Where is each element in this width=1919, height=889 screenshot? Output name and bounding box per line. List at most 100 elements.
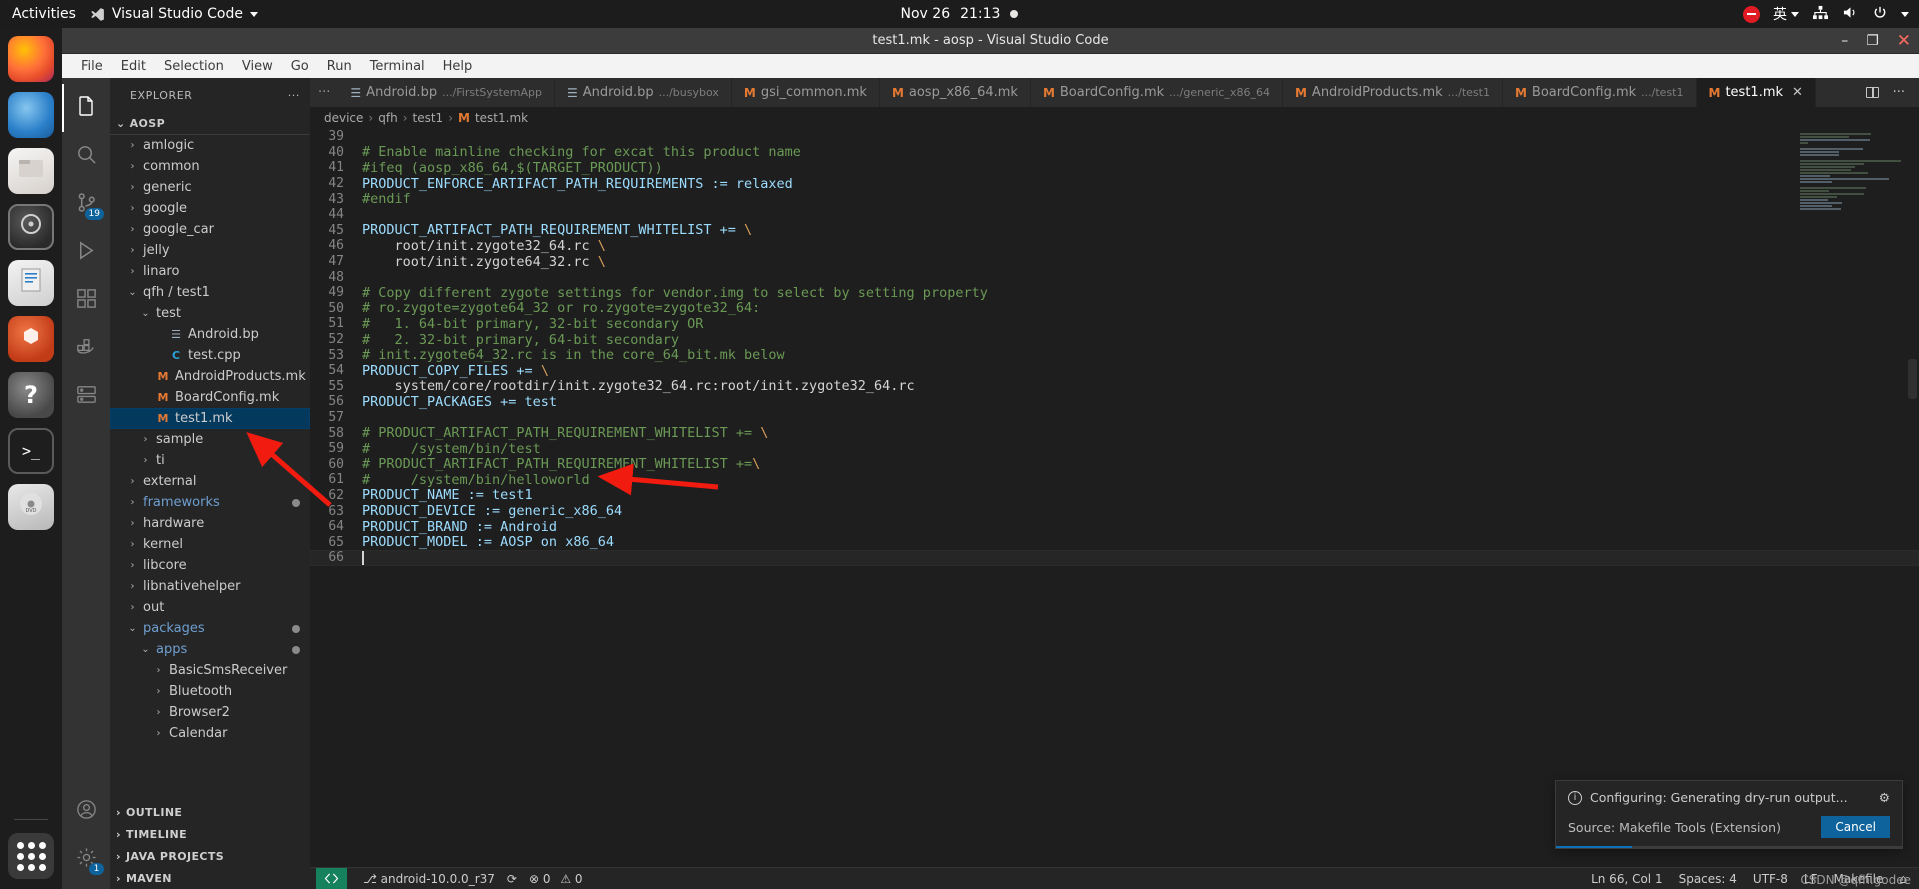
input-method-indicator[interactable]: 英 [1773, 4, 1799, 24]
tree-item-sample[interactable]: › sample [110, 429, 310, 450]
code-line[interactable]: 59 # /system/bin/test [310, 441, 1919, 457]
status-sync[interactable]: ⟳ [507, 872, 517, 886]
activity-remote[interactable] [62, 372, 110, 420]
remote-window-indicator[interactable] [316, 867, 347, 889]
tree-item-linaro[interactable]: › linaro [110, 261, 310, 282]
minimap[interactable] [1800, 129, 1905, 867]
code-line[interactable]: 60 # PRODUCT_ARTIFACT_PATH_REQUIREMENT_WH… [310, 456, 1919, 472]
cancel-button[interactable]: Cancel [1821, 816, 1890, 838]
tree-item-bluetooth[interactable]: › Bluetooth [110, 681, 310, 702]
status-indentation[interactable]: Spaces: 4 [1679, 872, 1737, 886]
dock-item-dvd[interactable]: DVD [8, 484, 54, 530]
tree-item-hardware[interactable]: › hardware [110, 513, 310, 534]
app-menu-button[interactable]: Visual Studio Code [90, 6, 259, 22]
code-line[interactable]: 52 # 2. 32-bit primary, 64-bit secondary [310, 332, 1919, 348]
clock[interactable]: Nov 26 21:13 [830, 6, 1090, 22]
activity-source-control[interactable]: 19 [62, 180, 110, 228]
activity-accounts[interactable] [62, 787, 110, 835]
editor-more-actions[interactable]: ··· [1893, 85, 1905, 100]
tab-test1-mk[interactable]: Mtest1.mk ✕ [1696, 78, 1816, 107]
menu-help[interactable]: Help [434, 57, 482, 76]
tree-item-qfh-test1[interactable]: ⌄ qfh / test1 [110, 282, 310, 303]
tree-item-kernel[interactable]: › kernel [110, 534, 310, 555]
status-branch[interactable]: ⎇ android-10.0.0_r37 [363, 872, 495, 886]
code-line[interactable]: 46 root/init.zygote32_64.rc \ [310, 238, 1919, 254]
tree-item-google-car[interactable]: › google_car [110, 219, 310, 240]
code-line[interactable]: 53 # init.zygote64_32.rc is in the core_6… [310, 347, 1919, 363]
status-cursor-position[interactable]: Ln 66, Col 1 [1591, 872, 1663, 886]
menu-terminal[interactable]: Terminal [361, 57, 434, 76]
dock-item-libreoffice-writer[interactable] [8, 260, 54, 306]
tree-item-generic[interactable]: › generic [110, 177, 310, 198]
code-line[interactable]: 57 [310, 410, 1919, 426]
workspace-root-row[interactable]: ⌄ AOSP [110, 113, 310, 135]
tree-item-jelly[interactable]: › jelly [110, 240, 310, 261]
code-line[interactable]: 58 # PRODUCT_ARTIFACT_PATH_REQUIREMENT_WH… [310, 425, 1919, 441]
dock-item-files[interactable] [8, 148, 54, 194]
dock-item-rhythmbox[interactable] [8, 204, 54, 250]
code-line[interactable]: 40 # Enable mainline checking for excat t… [310, 144, 1919, 160]
tree-item-ti[interactable]: › ti [110, 450, 310, 471]
code-line[interactable]: 54 PRODUCT_COPY_FILES += \ [310, 363, 1919, 379]
explorer-more-actions[interactable]: ··· [288, 89, 300, 102]
tree-item-calendar[interactable]: › Calendar [110, 723, 310, 744]
tree-item-packages[interactable]: ⌄ packages [110, 618, 310, 639]
activity-manage[interactable]: 1 [62, 835, 110, 883]
code-line[interactable]: 61 # /system/bin/helloworld [310, 472, 1919, 488]
tree-item-libcore[interactable]: › libcore [110, 555, 310, 576]
code-line[interactable]: 51 # 1. 64-bit primary, 32-bit secondary … [310, 316, 1919, 332]
tab-boardconfig-mk-test1[interactable]: M BoardConfig.mk .../test1 [1502, 78, 1697, 107]
tab-aosp-x86-64-mk[interactable]: Maosp_x86_64.mk [879, 78, 1031, 107]
tree-item-boardconfig-mk[interactable]: M BoardConfig.mk [110, 387, 310, 408]
sidebar-section-timeline[interactable]: › TIMELINE [110, 823, 310, 845]
tab-androidproducts-mk-test1[interactable]: M AndroidProducts.mk .../test1 [1282, 78, 1503, 107]
status-encoding[interactable]: UTF-8 [1753, 872, 1788, 886]
code-line[interactable]: 49 # Copy different zygote settings for v… [310, 285, 1919, 301]
code-line[interactable]: 45 PRODUCT_ARTIFACT_PATH_REQUIREMENT_WHIT… [310, 222, 1919, 238]
sidebar-section-outline[interactable]: › OUTLINE [110, 801, 310, 823]
code-line[interactable]: 42 PRODUCT_ENFORCE_ARTIFACT_PATH_REQUIREM… [310, 176, 1919, 192]
sidebar-section-java-projects[interactable]: › JAVA PROJECTS [110, 845, 310, 867]
dock-item-ubuntu-software[interactable] [8, 316, 54, 362]
menu-go[interactable]: Go [282, 57, 318, 76]
network-icon[interactable] [1812, 5, 1829, 24]
menu-run[interactable]: Run [318, 57, 361, 76]
code-line[interactable]: 55 system/core/rootdir/init.zygote32_64.… [310, 378, 1919, 394]
tree-item-out[interactable]: › out [110, 597, 310, 618]
code-line[interactable]: 48 [310, 269, 1919, 285]
tree-item-libnativehelper[interactable]: › libnativehelper [110, 576, 310, 597]
activity-docker[interactable] [62, 324, 110, 372]
code-line[interactable]: 47 root/init.zygote64_32.rc \ [310, 254, 1919, 270]
breadcrumb-file[interactable]: test1.mk [475, 111, 528, 125]
maximize-button[interactable]: ❐ [1866, 34, 1879, 48]
dock-item-firefox[interactable] [8, 36, 54, 82]
volume-icon[interactable] [1842, 5, 1859, 24]
dock-item-terminal[interactable]: >_ [8, 428, 54, 474]
vertical-scrollbar[interactable] [1908, 359, 1917, 399]
code-line[interactable]: 65 PRODUCT_MODEL := AOSP on x86_64 [310, 534, 1919, 550]
tree-item-test1-mk[interactable]: Mtest1.mk [110, 408, 310, 429]
sidebar-section-maven[interactable]: › MAVEN [110, 867, 310, 889]
activity-explorer[interactable] [62, 84, 110, 132]
code-line[interactable]: 66 [310, 550, 1919, 566]
tree-item-basicsmsreceiver[interactable]: › BasicSmsReceiver [110, 660, 310, 681]
code-line[interactable]: 56 PRODUCT_PACKAGES += test [310, 394, 1919, 410]
breadcrumb-part-qfh[interactable]: qfh [378, 111, 397, 125]
status-problems[interactable]: ⊗ 0 ⚠ 0 [529, 872, 583, 886]
code-line[interactable]: 39 [310, 129, 1919, 145]
show-applications-button[interactable] [8, 833, 54, 879]
minimize-button[interactable]: – [1841, 34, 1848, 48]
menu-selection[interactable]: Selection [155, 57, 233, 76]
menu-view[interactable]: View [233, 57, 282, 76]
activity-search[interactable] [62, 132, 110, 180]
tree-item-browser2[interactable]: › Browser2 [110, 702, 310, 723]
tab-close-icon[interactable]: ✕ [1792, 85, 1803, 100]
tab-gsi-common-mk[interactable]: Mgsi_common.mk [731, 78, 880, 107]
tree-item-amlogic[interactable]: › amlogic [110, 135, 310, 156]
tab-boardconfig-mk-genericx8664[interactable]: M BoardConfig.mk .../generic_x86_64 [1030, 78, 1283, 107]
menu-file[interactable]: File [72, 57, 112, 76]
code-lines[interactable]: 39 40 # Enable mainline checking for excat… [310, 129, 1919, 867]
tree-item-androidproducts-mk[interactable]: M AndroidProducts.mk [110, 366, 310, 387]
breadcrumb-part-device[interactable]: device [324, 111, 363, 125]
chevron-down-icon[interactable] [1901, 11, 1909, 17]
